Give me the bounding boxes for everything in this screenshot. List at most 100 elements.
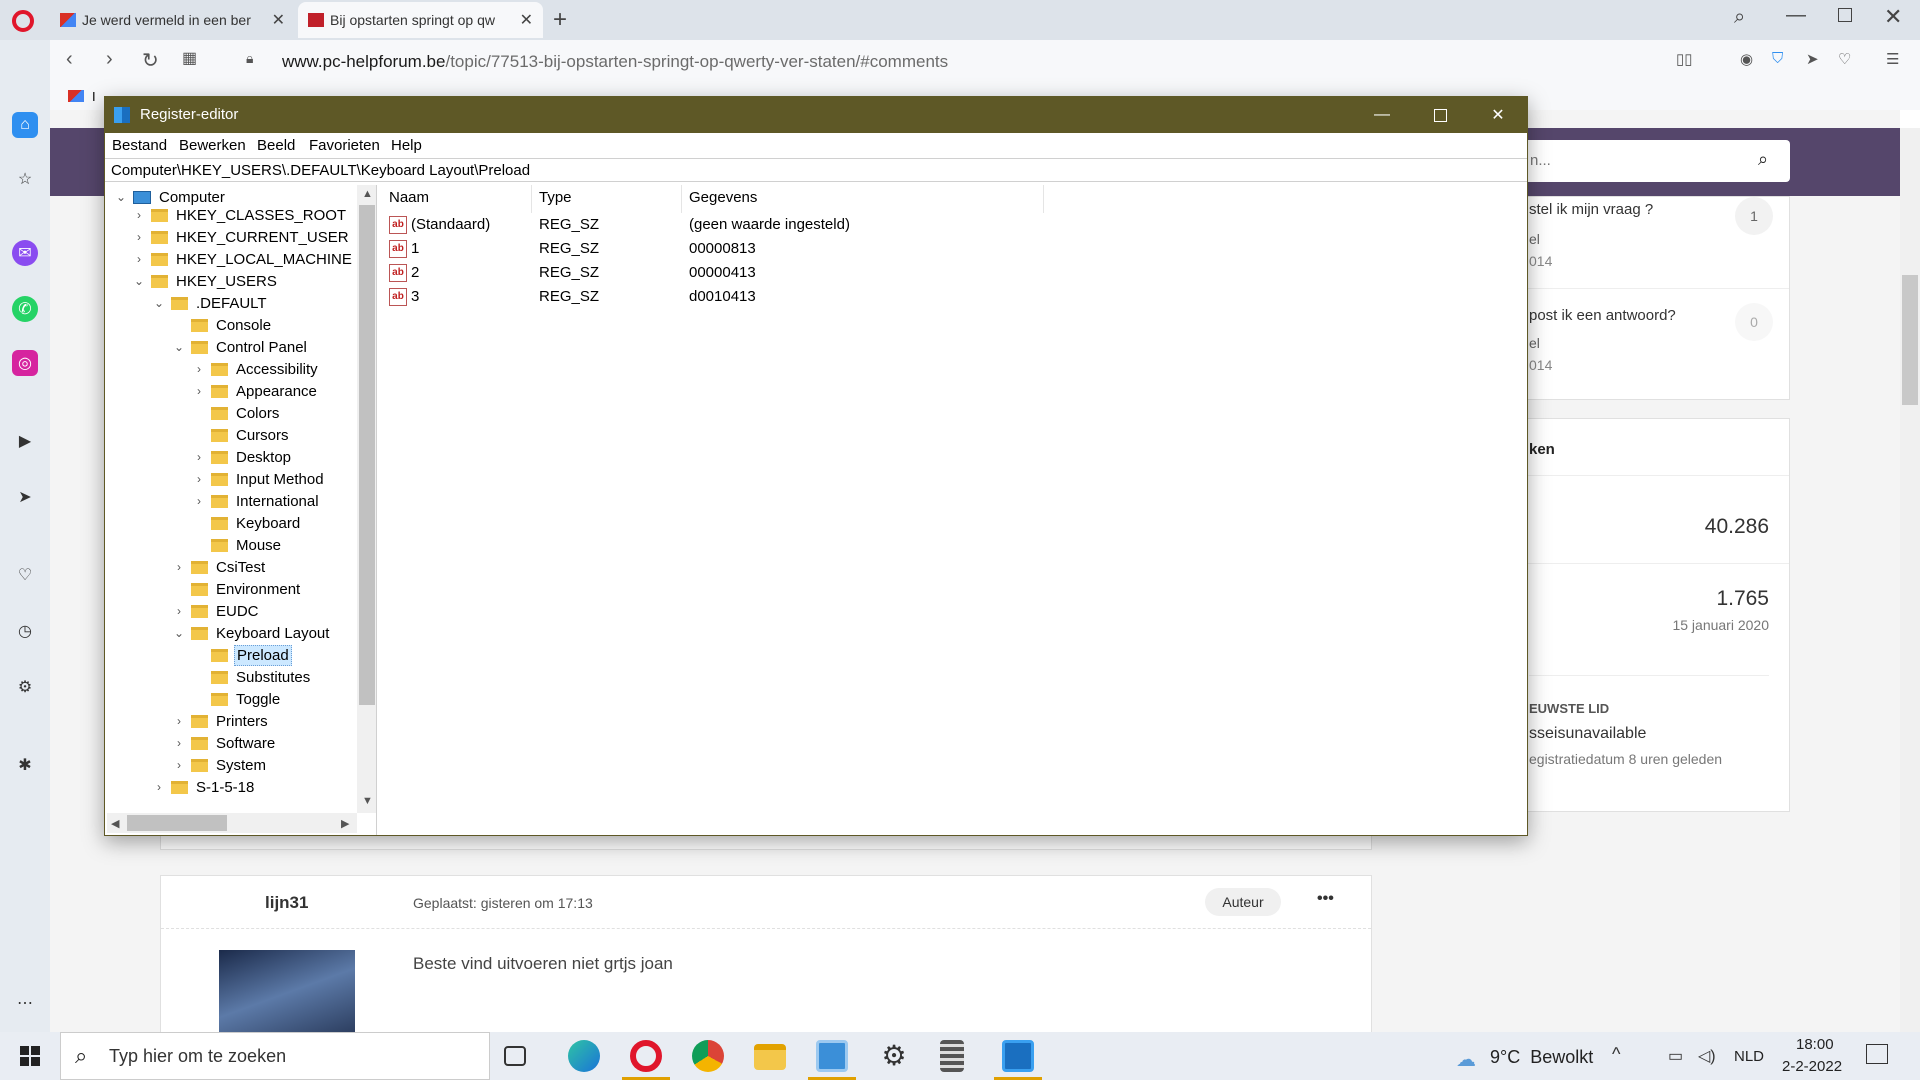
column-separator[interactable]	[681, 185, 682, 213]
expand-chevron-icon[interactable]: ›	[191, 450, 207, 464]
tree-node-environment[interactable]: Environment	[171, 578, 302, 600]
column-header-data[interactable]: Gegevens	[689, 189, 757, 206]
registry-value-row[interactable]: ab 1 REG_SZ 00000813	[389, 237, 1189, 259]
expand-chevron-icon[interactable]: ›	[191, 384, 207, 398]
network-icon[interactable]: ▭	[1668, 1046, 1683, 1066]
player-icon[interactable]: ▶	[12, 428, 38, 454]
avatar[interactable]	[219, 950, 355, 1036]
taskbar-search-box[interactable]: ⌕ Typ hier om te zoeken	[60, 1032, 490, 1080]
registry-value-row[interactable]: ab (Standaard) REG_SZ (geen waarde inges…	[389, 213, 1189, 235]
tree-node-hklm[interactable]: › HKEY_LOCAL_MACHINE	[131, 248, 354, 270]
collapse-chevron-icon[interactable]: ⌄	[113, 190, 129, 204]
tree-node-substitutes[interactable]: Substitutes	[191, 666, 312, 688]
page-scrollbar-thumb[interactable]	[1902, 275, 1918, 405]
post-author[interactable]: lijn31	[265, 893, 308, 913]
tree-vertical-scroll-thumb[interactable]	[359, 205, 375, 705]
expand-chevron-icon[interactable]: ›	[131, 208, 147, 222]
chrome-icon[interactable]	[692, 1040, 724, 1072]
instagram-icon[interactable]: ◎	[12, 350, 38, 376]
menu-beeld[interactable]: Beeld	[257, 137, 295, 154]
home-icon[interactable]: ⌂	[12, 112, 38, 138]
menu-favorieten[interactable]: Favorieten	[309, 137, 380, 154]
expand-chevron-icon[interactable]: ›	[191, 362, 207, 376]
tree-node-appearance[interactable]: › Appearance	[191, 380, 319, 402]
tree-node-printers[interactable]: › Printers	[171, 710, 270, 732]
search-icon[interactable]: ⌕	[1758, 149, 1768, 170]
tree-node-control-panel[interactable]: ⌄ Control Panel	[171, 336, 309, 358]
tree-node-hku[interactable]: ⌄ HKEY_USERS	[131, 270, 279, 292]
language-indicator[interactable]: NLD	[1734, 1048, 1764, 1065]
tabs-grid-icon[interactable]: ▦	[182, 48, 197, 68]
control-panel-icon[interactable]	[816, 1040, 848, 1072]
question-item[interactable]: stel ik mijn vraag ? el 014 1	[1511, 197, 1789, 289]
tree-node-international[interactable]: › International	[191, 490, 321, 512]
tree-node-keyboard-layout[interactable]: ⌄ Keyboard Layout	[171, 622, 331, 644]
reload-icon[interactable]: ↻	[142, 48, 159, 73]
tree-node-input-method[interactable]: › Input Method	[191, 468, 326, 490]
calculator-icon[interactable]	[940, 1040, 964, 1072]
new-tab-icon[interactable]: +	[553, 6, 567, 34]
tree-node-default[interactable]: ⌄ .DEFAULT	[151, 292, 269, 314]
speed-dial-icon[interactable]: ☆	[12, 166, 38, 192]
tab-forum[interactable]: Bij opstarten springt op qw ✕	[298, 2, 543, 38]
clock-time[interactable]: 18:00	[1796, 1036, 1834, 1053]
column-header-name[interactable]: Naam	[389, 189, 429, 206]
regedit-address-bar[interactable]: Computer\HKEY_USERS\.DEFAULT\Keyboard La…	[105, 158, 1527, 182]
heart-icon[interactable]: ♡	[1838, 50, 1851, 68]
regedit-maximize-icon[interactable]	[1411, 97, 1469, 133]
opera-icon[interactable]	[630, 1040, 662, 1072]
tree-node-cursors[interactable]: Cursors	[191, 424, 291, 446]
more-icon[interactable]: ⋯	[12, 990, 38, 1016]
easy-setup-icon[interactable]: ☰	[1886, 50, 1899, 68]
tree-node-accessibility[interactable]: › Accessibility	[191, 358, 320, 380]
forum-search-input[interactable]: n... ⌕	[1510, 140, 1790, 182]
tree-node-software[interactable]: › Software	[171, 732, 277, 754]
tree-node-hkcr[interactable]: › HKEY_CLASSES_ROOT	[131, 204, 348, 226]
expand-chevron-icon[interactable]: ›	[171, 604, 187, 618]
snapshot-icon[interactable]: ◉	[1740, 50, 1753, 68]
expand-chevron-icon[interactable]: ›	[191, 494, 207, 508]
scroll-down-icon[interactable]: ▼	[362, 795, 373, 807]
regedit-close-icon[interactable]: ✕	[1469, 97, 1527, 133]
whatsapp-icon[interactable]: ✆	[12, 296, 38, 322]
expand-chevron-icon[interactable]: ›	[171, 758, 187, 772]
regedit-taskbar-icon[interactable]	[1002, 1040, 1034, 1072]
restore-icon[interactable]	[1838, 8, 1852, 22]
tree-node-s-1-5-18[interactable]: › S-1-5-18	[151, 776, 256, 798]
settings-icon[interactable]: ⚙	[878, 1040, 910, 1072]
column-separator[interactable]	[531, 185, 532, 213]
shield-icon[interactable]: ⛉	[1772, 50, 1783, 67]
post-menu-icon[interactable]: •••	[1317, 890, 1334, 908]
page-scrollbar[interactable]	[1900, 128, 1920, 1032]
close-tab-icon[interactable]: ✕	[520, 10, 533, 30]
menu-bewerken[interactable]: Bewerken	[179, 137, 246, 154]
tree-node-toggle[interactable]: Toggle	[191, 688, 282, 710]
settings-icon[interactable]: ⚙	[12, 674, 38, 700]
scroll-right-icon[interactable]: ▶	[341, 817, 349, 830]
regedit-minimize-icon[interactable]: —	[1353, 97, 1411, 133]
menu-help[interactable]: Help	[391, 137, 422, 154]
forward-icon[interactable]: ›	[106, 48, 113, 71]
url-field[interactable]: www.pc-helpforum.be/topic/77513-bij-opst…	[282, 52, 948, 72]
share-icon[interactable]: ➤	[1806, 50, 1819, 68]
history-icon[interactable]: ◷	[12, 618, 38, 644]
tree-node-keyboard[interactable]: Keyboard	[191, 512, 302, 534]
start-button-icon[interactable]	[20, 1046, 40, 1066]
question-title[interactable]: stel ik mijn vraag ?	[1529, 201, 1653, 218]
favorites-icon[interactable]: ♡	[12, 562, 38, 588]
column-separator[interactable]	[1043, 185, 1044, 213]
scroll-left-icon[interactable]: ◀	[111, 817, 119, 830]
expand-chevron-icon[interactable]: ›	[171, 736, 187, 750]
expand-chevron-icon[interactable]: ›	[151, 780, 167, 794]
expand-chevron-icon[interactable]: ›	[191, 472, 207, 486]
expand-chevron-icon[interactable]: ›	[171, 714, 187, 728]
weather-icon[interactable]: ☁	[1456, 1047, 1476, 1072]
scroll-up-icon[interactable]: ▲	[362, 188, 373, 200]
registry-value-row[interactable]: ab 3 REG_SZ d0010413	[389, 285, 1189, 307]
weather-text[interactable]: 9°C Bewolkt	[1490, 1047, 1593, 1068]
gmail-bookmark-icon[interactable]	[68, 90, 84, 102]
collapse-chevron-icon[interactable]: ⌄	[151, 296, 167, 310]
notifications-icon[interactable]	[1866, 1044, 1888, 1064]
tree-node-console[interactable]: Console	[171, 314, 273, 336]
tree-node-desktop[interactable]: › Desktop	[191, 446, 293, 468]
